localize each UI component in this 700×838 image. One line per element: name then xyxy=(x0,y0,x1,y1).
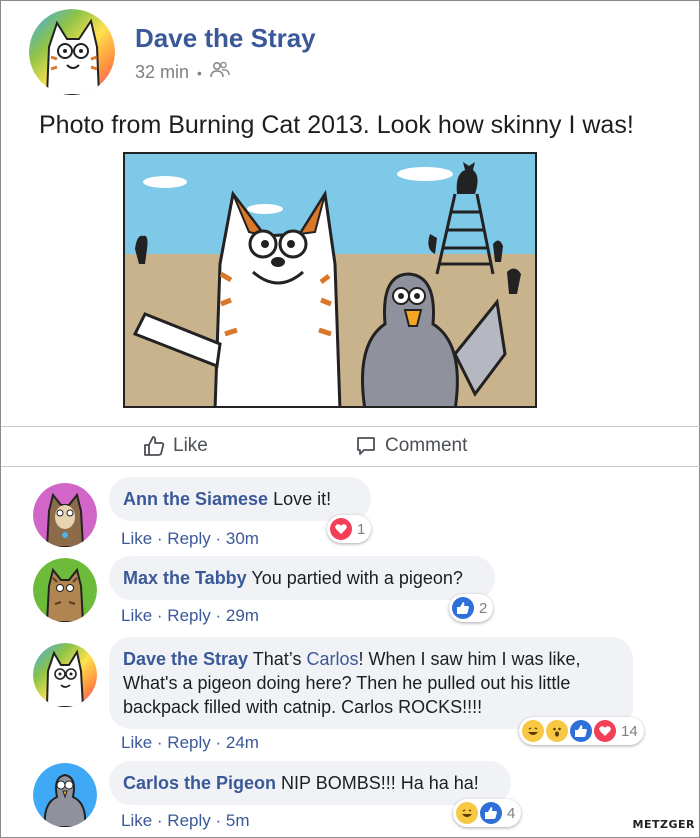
avatar-carlos[interactable] xyxy=(33,763,97,827)
thumbs-up-icon xyxy=(143,435,165,457)
comment-bubble: Max the Tabby You partied with a pigeon? xyxy=(109,556,495,600)
wow-reaction-icon xyxy=(546,720,568,742)
post-header: Dave the Stray 32 min • xyxy=(29,9,669,97)
comment-icon xyxy=(355,435,377,457)
comment-reply-link[interactable]: Reply xyxy=(167,733,210,752)
post-time[interactable]: 32 min xyxy=(135,62,189,83)
haha-reaction-icon xyxy=(522,720,544,742)
comment-bubble: Dave the Stray That’s Carlos! When I saw… xyxy=(109,637,633,729)
like-button[interactable]: Like xyxy=(143,435,208,457)
comment-text: Love it! xyxy=(273,489,332,509)
comment-actions: Like · Reply · 5m xyxy=(121,811,250,830)
avatar-ann[interactable] xyxy=(33,483,97,547)
post-actions: Like Comment xyxy=(1,429,700,465)
comment-actions: Like · Reply · 30m xyxy=(121,529,259,548)
comment-reply-link[interactable]: Reply xyxy=(167,811,210,830)
like-reaction-icon xyxy=(570,720,592,742)
comment-time[interactable]: 30m xyxy=(226,529,259,548)
reaction-count: 4 xyxy=(507,804,516,822)
divider-top xyxy=(1,426,700,427)
reactions-summary[interactable]: 1 xyxy=(327,515,372,543)
reactions-summary[interactable]: 4 xyxy=(453,799,522,827)
comment-bubble: Ann the Siamese Love it! xyxy=(109,477,371,521)
haha-reaction-icon xyxy=(456,802,478,824)
friends-icon[interactable] xyxy=(210,61,230,84)
post-meta: 32 min • xyxy=(135,61,230,84)
like-reaction-icon xyxy=(452,597,474,619)
artist-signature: METZGER xyxy=(632,818,695,831)
reaction-count: 1 xyxy=(357,520,366,538)
comment-text: You partied with a pigeon? xyxy=(251,568,463,588)
comment-bubble: Carlos the Pigeon NIP BOMBS!!! Ha ha ha! xyxy=(109,761,511,805)
comment-like-link[interactable]: Like xyxy=(121,606,152,625)
comment-time[interactable]: 29m xyxy=(226,606,259,625)
reaction-count: 2 xyxy=(479,599,488,617)
post-author[interactable]: Dave the Stray xyxy=(135,23,316,54)
mention-link[interactable]: Carlos xyxy=(306,649,358,669)
reactions-summary[interactable]: 14 xyxy=(519,717,644,745)
comment-reply-link[interactable]: Reply xyxy=(167,529,210,548)
comment-button[interactable]: Comment xyxy=(355,435,467,457)
comment-author[interactable]: Max the Tabby xyxy=(123,568,247,588)
comment-like-link[interactable]: Like xyxy=(121,733,152,752)
comment-like-link[interactable]: Like xyxy=(121,529,152,548)
comment-text: NIP BOMBS!!! Ha ha ha! xyxy=(281,773,479,793)
like-label: Like xyxy=(173,435,208,456)
love-reaction-icon xyxy=(330,518,352,540)
comment-like-link[interactable]: Like xyxy=(121,811,152,830)
comment-actions: Like · Reply · 24m xyxy=(121,733,259,752)
comment-time[interactable]: 5m xyxy=(226,811,250,830)
comment-time[interactable]: 24m xyxy=(226,733,259,752)
avatar-dave[interactable] xyxy=(29,9,115,95)
divider-bottom xyxy=(1,466,700,467)
comment-text-start: That’s xyxy=(252,649,307,669)
comment-actions: Like · Reply · 29m xyxy=(121,606,259,625)
comment-reply-link[interactable]: Reply xyxy=(167,606,210,625)
like-reaction-icon xyxy=(480,802,502,824)
meta-separator: • xyxy=(197,64,202,81)
comment-author[interactable]: Ann the Siamese xyxy=(123,489,268,509)
reaction-count: 14 xyxy=(621,722,638,740)
avatar-dave[interactable] xyxy=(33,643,97,707)
comment-author[interactable]: Carlos the Pigeon xyxy=(123,773,276,793)
post-card: Dave the Stray 32 min • Photo from Burni… xyxy=(0,0,700,838)
reactions-summary[interactable]: 2 xyxy=(449,594,494,622)
love-reaction-icon xyxy=(594,720,616,742)
avatar-max[interactable] xyxy=(33,558,97,622)
comment-label: Comment xyxy=(385,435,468,456)
post-photo[interactable] xyxy=(123,152,537,408)
post-text: Photo from Burning Cat 2013. Look how sk… xyxy=(39,111,634,139)
comment-author[interactable]: Dave the Stray xyxy=(123,649,248,669)
